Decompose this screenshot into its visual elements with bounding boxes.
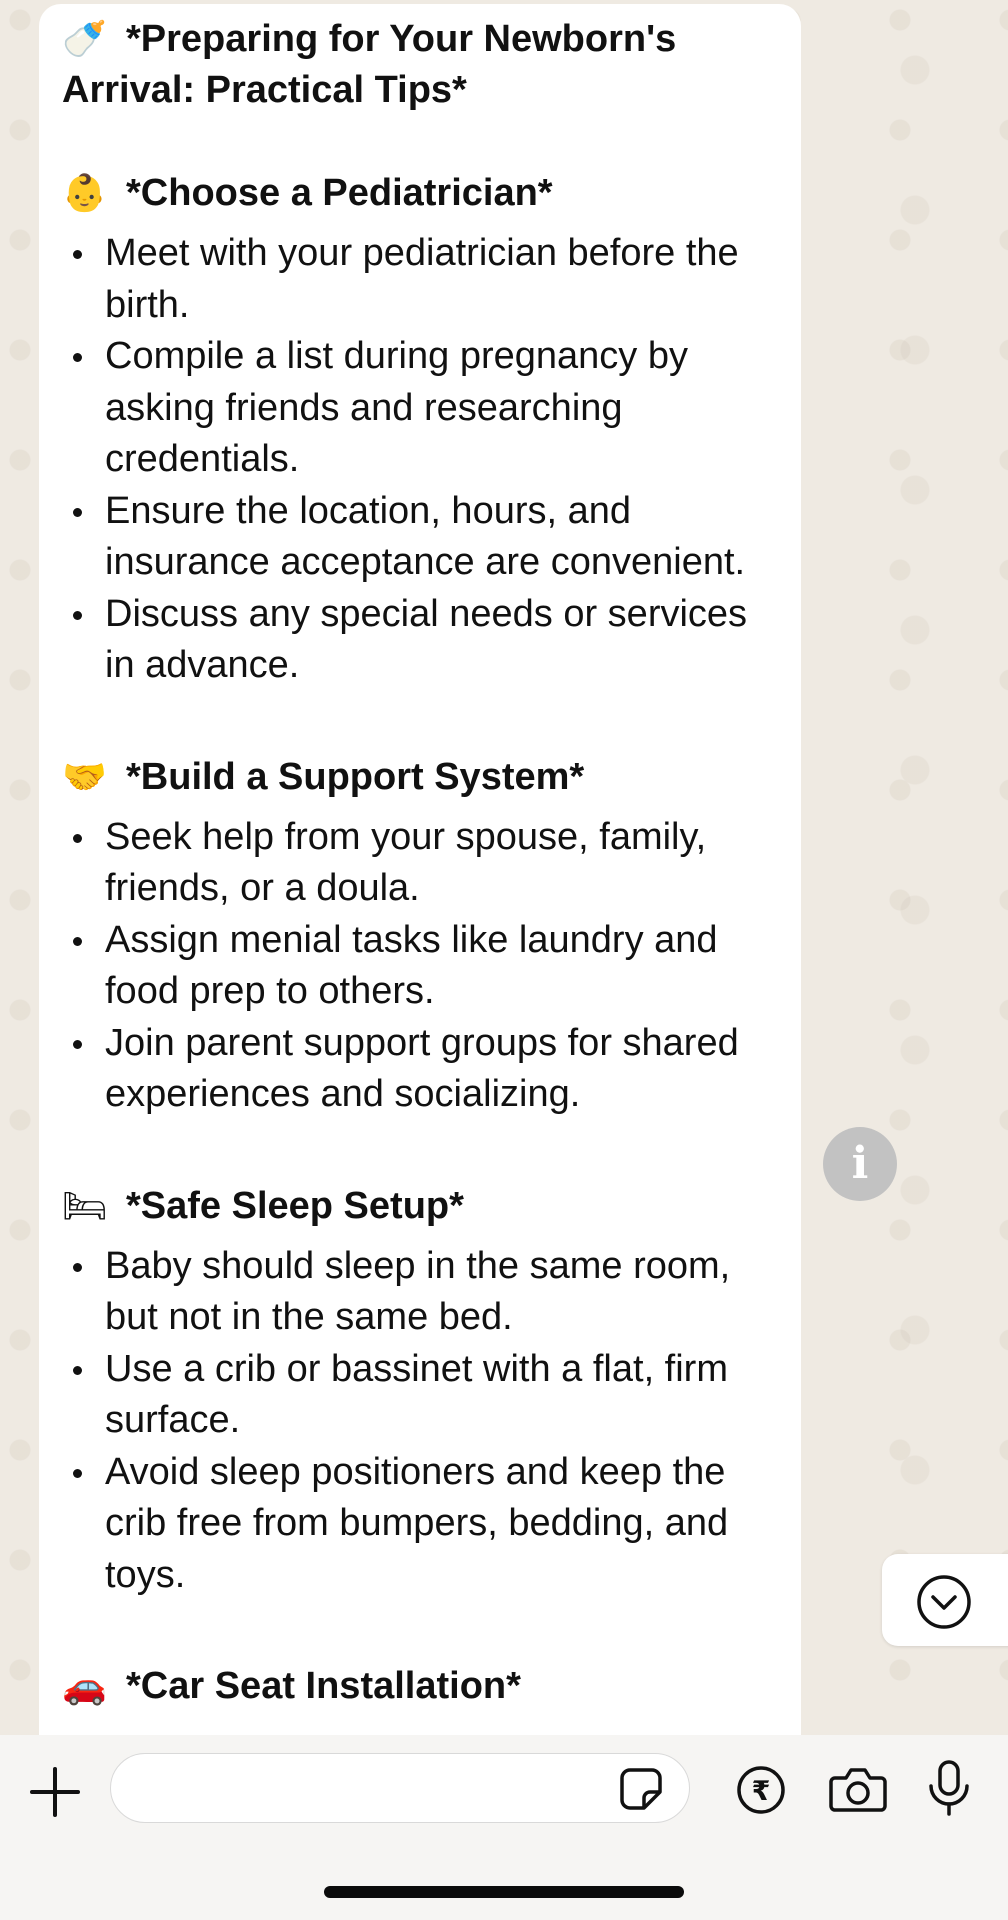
list-item: Discuss any special needs or services in… <box>62 589 779 692</box>
section-heading: 👶 *Choose a Pediatrician* <box>62 168 779 219</box>
section-safe-sleep: 🛏 *Safe Sleep Setup* Baby should sleep in… <box>62 1181 779 1602</box>
bullet-list: Meet with your pediatrician before the b… <box>62 228 779 692</box>
section-car-seat: 🚗 *Car Seat Installation* <box>62 1661 779 1712</box>
message-input[interactable] <box>110 1753 690 1823</box>
bullet-list: Baby should sleep in the same room, but … <box>62 1241 779 1602</box>
list-item: Compile a list during pregnancy by askin… <box>62 331 779 486</box>
bed-icon: 🛏 <box>62 1185 108 1227</box>
section-heading-text: *Build a Support System* <box>126 755 585 798</box>
plus-icon[interactable] <box>28 1765 82 1819</box>
section-heading: 🤝 *Build a Support System* <box>62 752 779 803</box>
home-indicator <box>324 1886 684 1898</box>
message-bubble[interactable]: 🍼 *Preparing for Your Newborn's Arrival: … <box>39 4 801 1735</box>
section-pediatrician: 👶 *Choose a Pediatrician* Meet with your … <box>62 168 779 692</box>
section-heading: 🛏 *Safe Sleep Setup* <box>62 1181 779 1232</box>
section-support-system: 🤝 *Build a Support System* Seek help from… <box>62 752 779 1121</box>
rupee-payment-icon[interactable]: ₹ <box>736 1765 786 1815</box>
bullet-list: Seek help from your spouse, family, frie… <box>62 812 779 1121</box>
car-icon: 🚗 <box>62 1666 107 1707</box>
section-heading: 🚗 *Car Seat Installation* <box>62 1661 779 1712</box>
sticker-icon[interactable] <box>618 1766 664 1812</box>
svg-text:₹: ₹ <box>752 1776 771 1807</box>
baby-bottle-icon: 🍼 <box>62 19 107 60</box>
microphone-icon[interactable] <box>926 1759 972 1817</box>
baby-face-icon: 👶 <box>62 173 107 214</box>
list-item: Baby should sleep in the same room, but … <box>62 1241 779 1344</box>
list-item: Assign menial tasks like laundry and foo… <box>62 915 779 1018</box>
handshake-icon: 🤝 <box>62 756 107 798</box>
list-item: Meet with your pediatrician before the b… <box>62 228 779 331</box>
message-title-text: *Preparing for Your Newborn's Arrival: P… <box>62 18 677 111</box>
message-title: 🍼 *Preparing for Your Newborn's Arrival: … <box>62 14 779 116</box>
section-heading-text: *Safe Sleep Setup* <box>126 1184 464 1227</box>
list-item: Ensure the location, hours, and insuranc… <box>62 486 779 589</box>
camera-icon[interactable] <box>829 1764 887 1814</box>
list-item: Use a crib or bassinet with a flat, firm… <box>62 1344 779 1447</box>
section-heading-text: *Car Seat Installation* <box>126 1665 521 1707</box>
list-item: Seek help from your spouse, family, frie… <box>62 812 779 915</box>
scroll-to-bottom-button[interactable] <box>882 1554 1008 1646</box>
list-item: Join parent support groups for shared ex… <box>62 1018 779 1121</box>
section-heading-text: *Choose a Pediatrician* <box>126 172 553 214</box>
chevron-down-circle-icon <box>917 1575 971 1629</box>
list-item: Avoid sleep positioners and keep the cri… <box>62 1447 779 1602</box>
info-button[interactable]: i <box>823 1127 897 1201</box>
